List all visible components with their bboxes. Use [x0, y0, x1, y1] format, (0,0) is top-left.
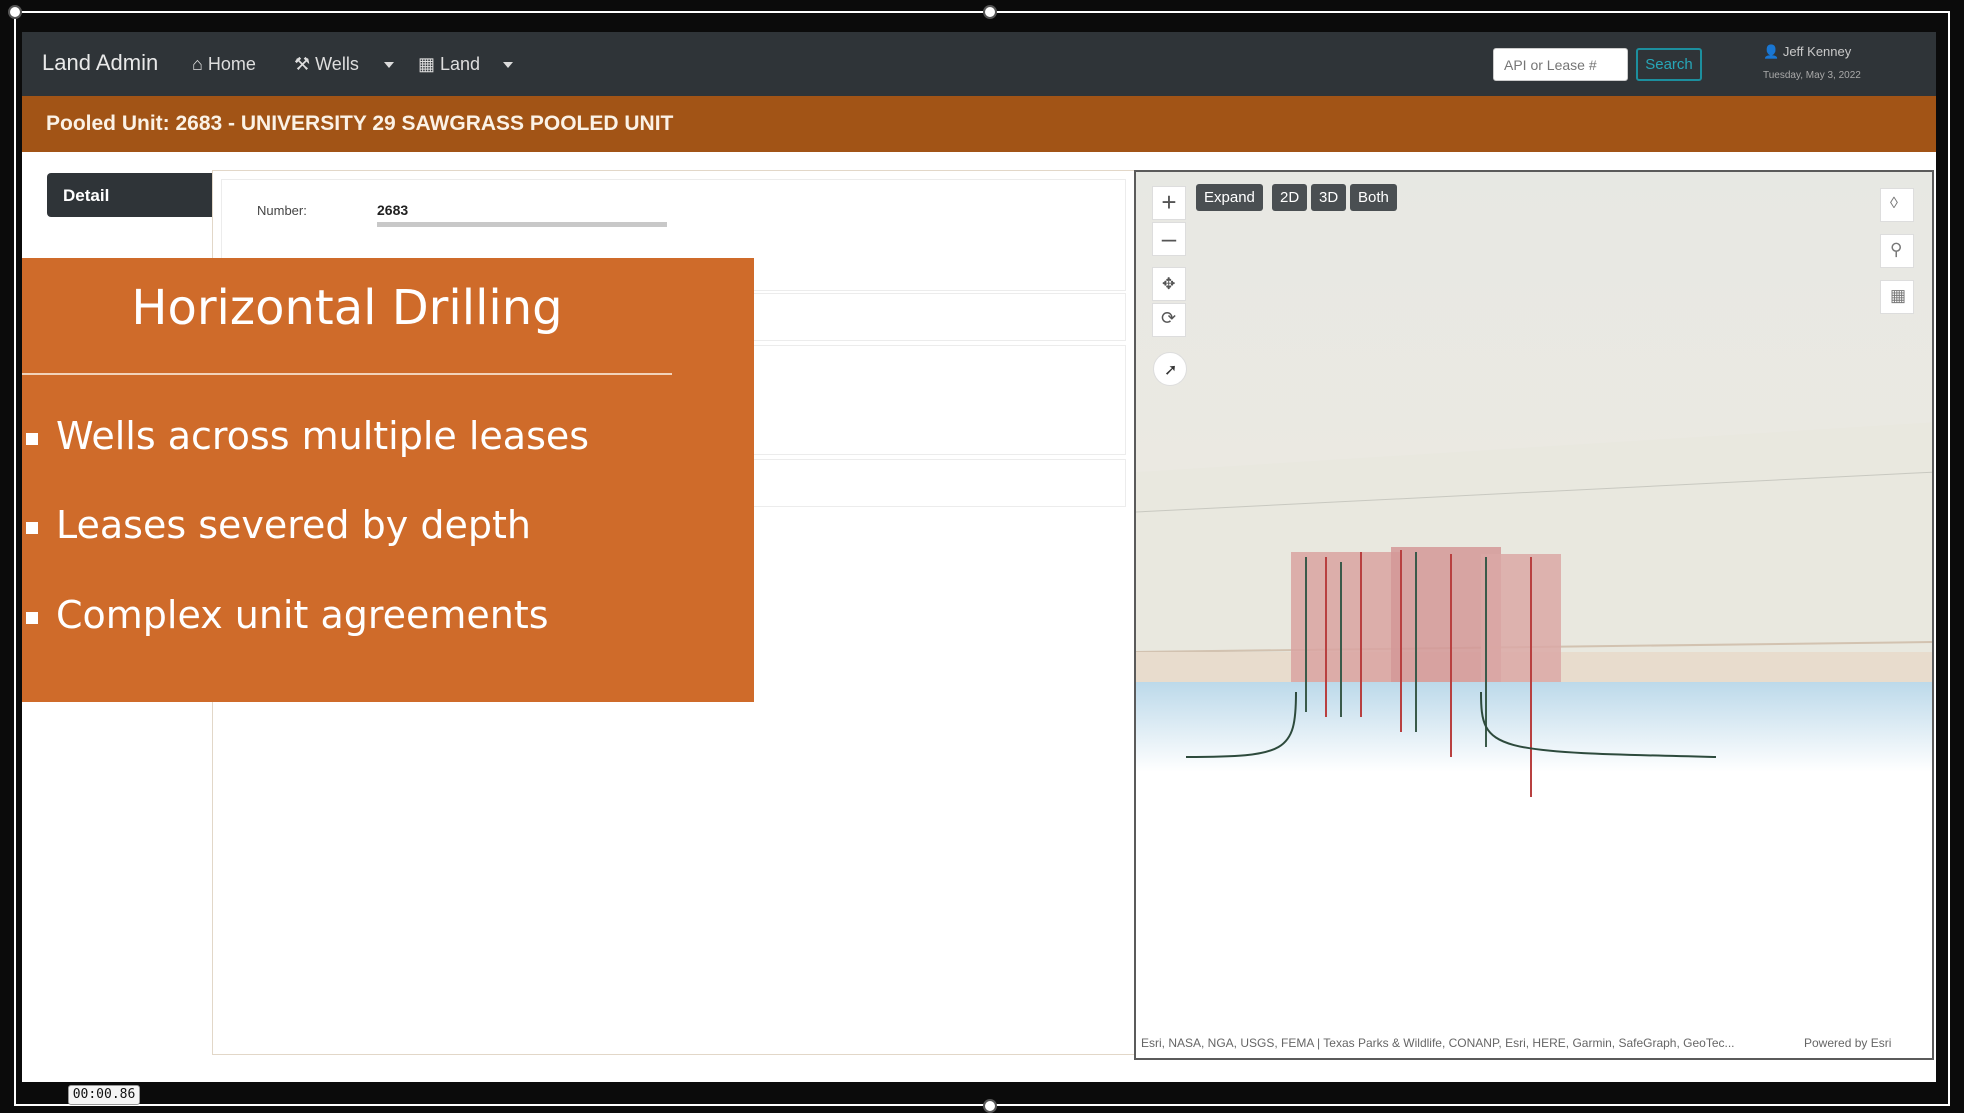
nav-home[interactable]: ⌂ Home	[192, 54, 256, 75]
nav-land[interactable]: ▦ Land	[418, 54, 480, 75]
bullet-square-icon	[26, 612, 38, 624]
tab-detail[interactable]: Detail	[47, 173, 212, 217]
water-band	[1136, 682, 1932, 772]
zoom-in-button[interactable]: +	[1152, 186, 1186, 220]
recording-timestamp: 00:00.86	[68, 1085, 140, 1105]
view-3d-button[interactable]: 3D	[1311, 184, 1347, 211]
powered-by-esri[interactable]: Powered by Esri	[1804, 1036, 1891, 1050]
layers-icon: ◊	[1890, 195, 1898, 212]
current-date: Tuesday, May 3, 2022	[1763, 70, 1861, 81]
slide-title: Horizontal Drilling	[131, 280, 563, 336]
bullet-square-icon	[26, 522, 38, 534]
compass-button[interactable]: ➚	[1153, 352, 1187, 386]
search-tool-button[interactable]: ⚲	[1880, 234, 1914, 268]
slide-bullet: Leases severed by depth	[56, 503, 531, 547]
number-value: 2683	[377, 202, 409, 218]
view-2d-button[interactable]: 2D	[1272, 184, 1308, 211]
oil-pump-icon: ⚒	[294, 54, 311, 74]
lease-block	[1481, 554, 1561, 682]
resize-handle-top-left[interactable]	[8, 5, 22, 19]
grid-icon: ▦	[1890, 286, 1907, 305]
resize-handle-bottom-center[interactable]	[983, 1099, 997, 1113]
compass-needle-icon: ➚	[1164, 362, 1178, 379]
unit-header-bar: Pooled Unit: 2683 - UNIVERSITY 29 SAWGRA…	[22, 96, 1936, 152]
layers-button[interactable]: ◊	[1880, 188, 1914, 222]
scene-view[interactable]	[1136, 172, 1934, 1060]
brand-title[interactable]: Land Admin	[42, 50, 158, 76]
number-label: Number:	[257, 203, 307, 218]
app-screen: Land Admin ⌂ Home ⚒ Wells ▦ Land Search …	[22, 32, 1936, 1082]
nav-wells-label: Wells	[315, 54, 359, 74]
navbar: Land Admin ⌂ Home ⚒ Wells ▦ Land Search …	[22, 32, 1936, 96]
map-icon: ▦	[418, 54, 436, 74]
selection-frame-top	[14, 11, 1950, 13]
selection-frame-left	[14, 11, 16, 1106]
map-3d-view[interactable]: Expand 2D 3D Both + – ✥ ⟳ ➚ ◊ ⚲ ▦ Esri, …	[1134, 170, 1934, 1060]
wells-dropdown-caret-icon[interactable]	[384, 62, 394, 68]
user-name: Jeff Kenney	[1782, 44, 1852, 59]
rotate-tool-button[interactable]: ⟳	[1152, 303, 1186, 337]
map-attribution: Esri, NASA, NGA, USGS, FEMA | Texas Park…	[1141, 1036, 1735, 1050]
land-dropdown-caret-icon[interactable]	[503, 62, 513, 68]
user-menu[interactable]: 👤 Jeff Kenney	[1763, 44, 1851, 60]
nav-home-label: Home	[207, 54, 256, 74]
expand-button[interactable]: Expand	[1196, 184, 1263, 211]
resize-handle-top-center[interactable]	[983, 5, 997, 19]
search-input[interactable]	[1493, 48, 1628, 81]
page-title: Pooled Unit: 2683 - UNIVERSITY 29 SAWGRA…	[46, 112, 674, 135]
name-value-obscured	[377, 222, 667, 227]
lease-block	[1291, 552, 1401, 682]
slide-bullet: Complex unit agreements	[56, 593, 549, 637]
selection-frame-right	[1948, 11, 1950, 1106]
slide-divider	[22, 373, 672, 375]
pan-tool-button[interactable]: ✥	[1152, 267, 1186, 301]
view-both-button[interactable]: Both	[1350, 184, 1397, 211]
rotate-icon: ⟳	[1161, 308, 1177, 328]
nav-land-label: Land	[440, 54, 481, 74]
bullet-square-icon	[26, 433, 38, 445]
search-icon: ⚲	[1890, 240, 1903, 259]
pan-icon: ✥	[1162, 276, 1176, 293]
selection-frame-bottom	[14, 1104, 1950, 1106]
user-icon: 👤	[1763, 44, 1780, 59]
search-button[interactable]: Search	[1636, 48, 1702, 81]
slide-bullet: Wells across multiple leases	[56, 414, 590, 458]
nav-wells[interactable]: ⚒ Wells	[294, 54, 359, 75]
slide-overlay: Horizontal Drilling Wells across multipl…	[22, 258, 754, 702]
basemap-gallery-button[interactable]: ▦	[1880, 280, 1914, 314]
home-icon: ⌂	[192, 54, 203, 74]
zoom-out-button[interactable]: –	[1152, 222, 1186, 256]
